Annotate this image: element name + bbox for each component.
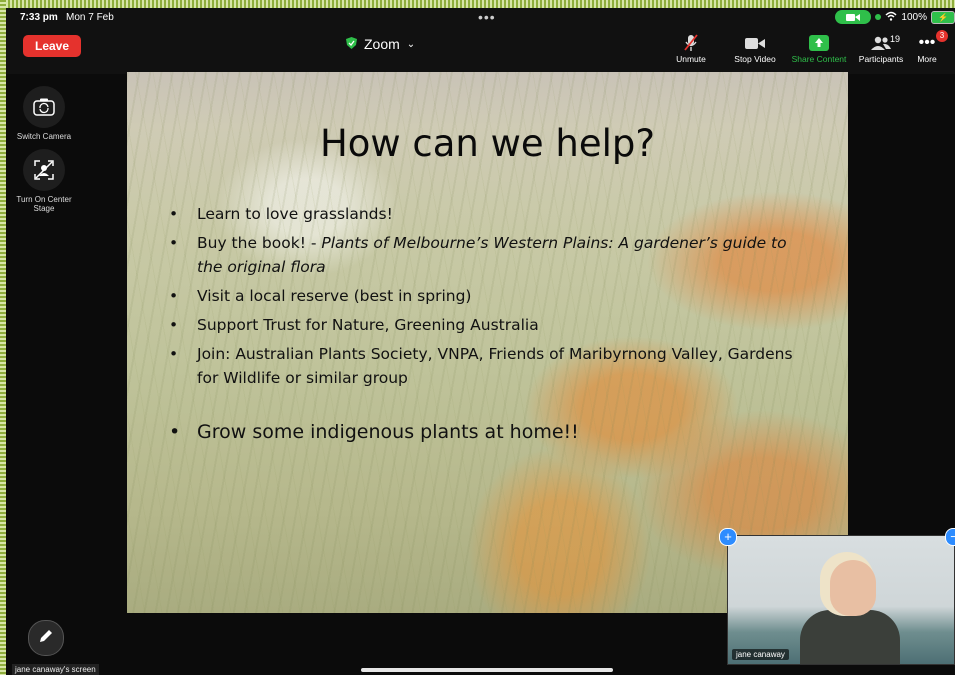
status-bar: 7:33 pm Mon 7 Feb ••• 100% ⚡ — [6, 8, 955, 28]
slide-title: How can we help? — [319, 122, 656, 165]
participants-icon — [850, 32, 912, 54]
center-stage-icon — [23, 149, 65, 191]
switch-camera-button[interactable]: Switch Camera — [8, 86, 80, 141]
battery-percent: 100% — [901, 11, 927, 23]
more-button[interactable]: ••• 3 More — [904, 30, 950, 64]
participants-button[interactable]: 19 Participants — [850, 32, 912, 64]
video-camera-icon — [724, 32, 786, 54]
unmute-label: Unmute — [676, 54, 706, 64]
bullet-item: Visit a local reserve (best in spring) — [169, 284, 809, 308]
mic-muted-icon — [660, 32, 722, 54]
switch-camera-icon — [23, 86, 65, 128]
bullet-item: Learn to love grasslands! — [169, 202, 809, 226]
self-view-video[interactable]: jane canaway — [727, 535, 955, 665]
participant-body — [800, 610, 900, 664]
bullet-item: Grow some indigenous plants at home!! — [169, 420, 809, 444]
more-badge: 3 — [936, 30, 948, 42]
expand-plus-icon[interactable]: + — [719, 528, 737, 546]
status-time: 7:33 pm — [20, 12, 58, 23]
meeting-title-label: Zoom — [364, 36, 400, 52]
home-indicator[interactable] — [361, 668, 613, 672]
zoom-app: 7:33 pm Mon 7 Feb ••• 100% ⚡ Leave Zoom … — [6, 8, 955, 675]
center-stage-button[interactable]: Turn On Center Stage — [8, 149, 80, 213]
window-border-top — [0, 0, 955, 8]
battery-charging-icon: ⚡ — [931, 10, 955, 24]
camera-in-use-icon — [835, 10, 872, 24]
participants-label: Participants — [858, 54, 904, 64]
stop-video-button[interactable]: Stop Video — [724, 32, 786, 64]
stop-video-label: Stop Video — [734, 54, 776, 64]
unmute-button[interactable]: Unmute — [660, 32, 722, 64]
shared-screen-slide: How can we help? Learn to love grassland… — [127, 72, 848, 613]
bullet-item: Buy the book! - Plants of Melbourne’s We… — [169, 231, 809, 279]
pencil-icon — [38, 628, 54, 649]
meeting-toolbar: Leave Zoom ⌄ Unmute Stop Video Share Con… — [6, 28, 955, 74]
shield-check-icon — [346, 36, 357, 52]
status-indicators: 100% ⚡ — [835, 10, 955, 24]
slide-bullet-list: Learn to love grasslands! Buy the book! … — [169, 202, 809, 449]
annotate-button[interactable] — [28, 620, 64, 656]
share-content-button[interactable]: Share Content — [788, 32, 850, 64]
bullet-item: Join: Australian Plants Society, VNPA, F… — [169, 342, 809, 390]
share-content-label: Share Content — [791, 54, 847, 64]
leave-button[interactable]: Leave — [23, 35, 81, 57]
chevron-down-icon: ⌄ — [406, 38, 416, 50]
multitask-dots-icon[interactable]: ••• — [478, 9, 496, 25]
share-screen-icon — [788, 32, 850, 54]
center-stage-label: Turn On Center Stage — [16, 195, 72, 213]
participants-count: 19 — [890, 34, 901, 44]
participant-face — [830, 560, 876, 616]
mic-indicator-icon — [875, 14, 882, 20]
switch-camera-label: Switch Camera — [16, 132, 72, 141]
collapse-minus-icon[interactable]: − — [945, 528, 955, 546]
meeting-title[interactable]: Zoom ⌄ — [346, 36, 415, 52]
bullet-item: Support Trust for Nature, Greening Austr… — [169, 313, 809, 337]
shared-screen-owner-label: jane canaway's screen — [12, 664, 99, 675]
self-view-name: jane canaway — [732, 649, 789, 660]
status-date: Mon 7 Feb — [66, 12, 114, 23]
more-label: More — [917, 54, 937, 64]
wifi-icon — [885, 11, 897, 24]
